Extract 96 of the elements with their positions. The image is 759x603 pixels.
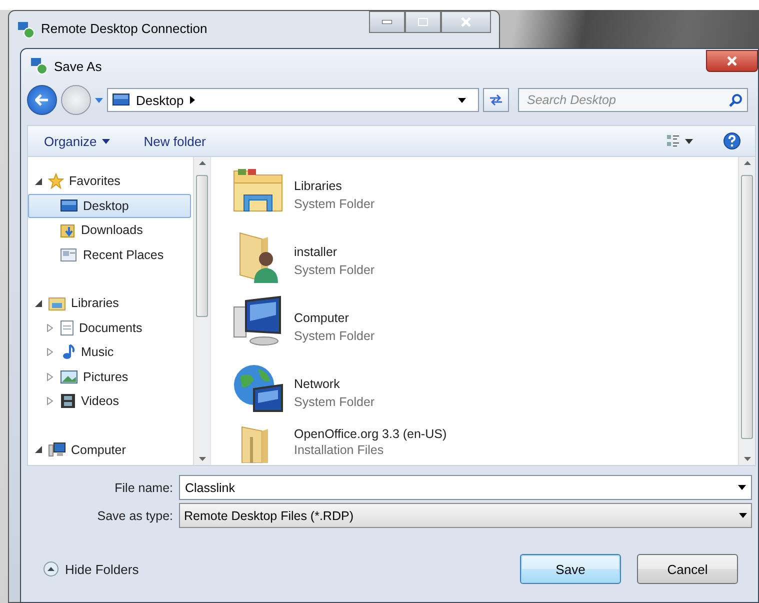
library-icon [48, 295, 66, 312]
help-icon [723, 132, 741, 150]
chevron-right-icon [190, 96, 195, 104]
recent-places-icon [60, 246, 78, 263]
tree-item[interactable]: Desktop [28, 194, 191, 218]
search-icon [729, 94, 742, 107]
address-bar[interactable]: Desktop [107, 88, 479, 112]
tree-item[interactable]: Recent Places [28, 242, 191, 267]
file-name-field[interactable]: Classlink [179, 475, 752, 500]
tree-item-label: Favorites [69, 174, 120, 188]
file-type: System Folder [294, 197, 375, 211]
remote-desktop-icon [17, 21, 35, 39]
details-view-icon [666, 134, 680, 148]
tree-item-label: Documents [79, 320, 142, 335]
file-name[interactable]: Computer [294, 311, 375, 325]
tree-item-label: Computer [71, 442, 126, 457]
refresh-button[interactable] [483, 88, 509, 112]
tree-item[interactable]: Computer [28, 438, 191, 462]
refresh-arrows-icon [489, 94, 503, 106]
tree-item-label: Pictures [83, 370, 128, 384]
tree-item-label: Libraries [71, 296, 119, 310]
tree-item[interactable]: Videos [28, 389, 191, 414]
expanded-arrow-icon[interactable] [34, 300, 42, 307]
field-label: File name: [114, 480, 173, 494]
field-label: Save as type: [97, 508, 173, 522]
file-type: Installation Files [294, 443, 385, 457]
collapse-up-icon [43, 561, 59, 577]
tree-item[interactable]: Music [28, 340, 191, 364]
collapsed-arrow-icon[interactable] [47, 397, 53, 406]
dropdown-arrow-icon [95, 98, 103, 102]
scroll-up-icon [198, 161, 206, 165]
maximize-icon [418, 18, 428, 26]
dropdown-arrow-icon [685, 138, 693, 144]
tree-item[interactable]: Favorites [28, 169, 191, 194]
tree-item-label: Recent Places [83, 248, 164, 262]
tree-item[interactable]: Documents [28, 316, 191, 340]
organize-button[interactable]: Organize [40, 132, 114, 150]
star-icon [48, 173, 64, 190]
download-folder-icon [60, 222, 76, 238]
dropdown-arrow-icon [738, 485, 746, 490]
search-field[interactable]: Search Desktop [518, 88, 748, 112]
film-icon [60, 393, 76, 410]
tree-item-label: Music [81, 345, 114, 360]
close-icon [727, 56, 737, 66]
scroll-down-icon [198, 457, 206, 461]
scrollbar[interactable] [738, 157, 755, 465]
close-button[interactable] [441, 11, 491, 33]
file-type: System Folder [294, 395, 375, 409]
window-title: Remote Desktop Connection [41, 21, 208, 36]
collapsed-arrow-icon[interactable] [47, 372, 53, 381]
file-type-dropdown[interactable]: Remote Desktop Files (*.RDP) [179, 503, 752, 528]
breadcrumb-item[interactable]: Desktop [136, 92, 184, 108]
collapsed-arrow-icon[interactable] [47, 348, 53, 356]
maximize-button[interactable] [405, 11, 441, 33]
dialog-title: Save As [54, 58, 103, 74]
tree-item[interactable]: Pictures [28, 364, 191, 389]
dropdown-arrow-icon [458, 98, 466, 102]
minimize-button[interactable] [369, 11, 405, 33]
file-type: System Folder [294, 329, 375, 343]
expanded-arrow-icon[interactable] [34, 178, 42, 185]
computer-icon [48, 442, 66, 458]
tree-item-label: Desktop [83, 198, 129, 213]
scrollbar-thumb[interactable] [196, 175, 208, 317]
file-name[interactable]: Libraries [294, 179, 375, 193]
tree-item[interactable]: Downloads [28, 218, 191, 242]
scrollbar-thumb[interactable] [741, 175, 753, 439]
tree-item-label: Videos [81, 394, 119, 408]
computer-icon [232, 295, 284, 347]
collapsed-arrow-icon[interactable] [47, 324, 53, 332]
monitor-icon [112, 93, 130, 107]
dropdown-arrow-icon [739, 513, 747, 518]
picture-icon [60, 370, 78, 384]
minimize-icon [382, 20, 392, 24]
tree-item[interactable]: Libraries [28, 291, 191, 316]
music-note-icon [60, 344, 76, 360]
expanded-arrow-icon[interactable] [34, 446, 42, 454]
scrollbar[interactable] [193, 157, 210, 465]
document-icon [60, 320, 74, 336]
hide-folders-button[interactable]: Hide Folders [43, 561, 139, 577]
tree-item-label: Downloads [81, 223, 143, 238]
scroll-up-icon [744, 161, 750, 165]
dialog-button[interactable]: Cancel [637, 554, 738, 584]
monitor-icon [60, 198, 78, 213]
left-arrow-icon [35, 94, 49, 106]
file-name[interactable]: Network [294, 377, 375, 391]
file-type: System Folder [294, 263, 375, 277]
new-folder-button[interactable]: New folder [140, 132, 210, 150]
back-button[interactable] [27, 85, 57, 115]
close-icon [461, 17, 471, 27]
file-name[interactable]: OpenOffice.org 3.3 (en-US) [294, 427, 447, 441]
close-button[interactable] [706, 50, 758, 72]
scroll-down-icon [744, 457, 750, 461]
file-name[interactable]: installer [294, 245, 375, 259]
dropdown-arrow-icon [102, 138, 110, 144]
dialog-button[interactable]: Save [520, 554, 621, 584]
remote-desktop-icon [30, 57, 48, 75]
